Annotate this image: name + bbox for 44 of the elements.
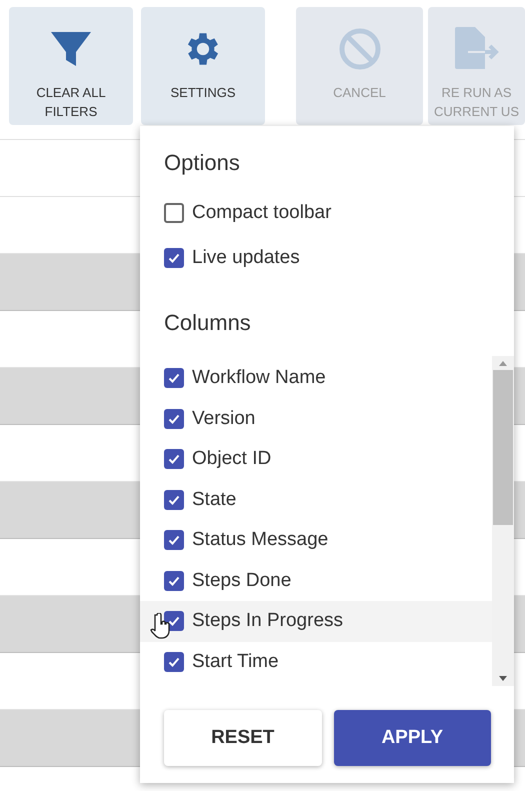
checkbox[interactable] [164,202,184,222]
checkbox-label: Object ID [192,448,272,470]
checkbox[interactable] [164,530,184,550]
checkbox-label: Steps In Progress [192,610,344,632]
checkbox[interactable] [164,652,184,672]
apply-button[interactable]: APPLY [334,710,491,766]
hand-cursor-icon [150,613,172,639]
checkbox-label: State [192,488,236,511]
check-icon [167,452,181,466]
checkbox-row[interactable]: Object ID [140,439,492,480]
checkbox-row[interactable]: Status Message [140,520,492,560]
scrollbar[interactable] [492,356,514,686]
prohibited-icon [338,27,382,71]
checkbox[interactable] [164,408,184,429]
checkbox-row[interactable]: Workflow Name [140,358,492,398]
checkbox-row[interactable]: Version [140,398,492,439]
checkbox[interactable] [164,570,184,591]
reset-button[interactable]: RESET [164,710,322,766]
section-heading: Options [163,149,241,177]
checkbox-label: Status Message [192,529,328,552]
checkbox-label: Steps Done [192,570,292,592]
checkbox-row[interactable]: Steps In Progress [140,601,492,642]
filter-icon [50,30,92,68]
section-heading: Columns [163,309,252,337]
check-icon [167,533,181,548]
checkbox[interactable] [164,368,184,388]
checkbox-label: Start Time [192,650,279,673]
checkbox[interactable] [164,248,184,268]
checkbox-label: Live updates [192,246,300,268]
checkbox-row[interactable]: State [140,480,492,520]
checkbox-row[interactable]: Steps Done [140,560,492,601]
file-export-icon [452,27,500,71]
check-icon [167,371,181,386]
toolbar-button[interactable]: SETTINGS [141,7,265,125]
checkbox-row[interactable]: Start Time [140,642,492,682]
check-icon [167,614,181,628]
checkbox-row[interactable]: Live updates [140,235,514,280]
checkbox-label: Compact toolbar [192,202,332,224]
checkbox-row[interactable]: Compact toolbar [140,190,514,235]
toolbar-button[interactable]: CLEAR ALL FILTERS [9,7,133,125]
checkbox-label: Version [192,408,256,430]
checkbox[interactable] [164,490,184,510]
checkbox-label: Workflow Name [192,367,326,390]
checkbox[interactable] [164,449,184,470]
